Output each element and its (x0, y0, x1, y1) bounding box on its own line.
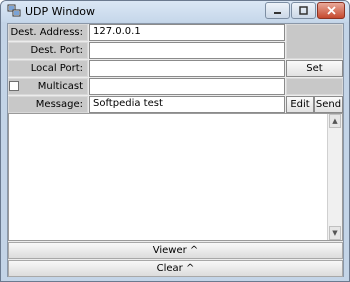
vertical-scrollbar[interactable]: ▲ ▼ (327, 114, 342, 240)
dest-port-label: Dest. Port: (8, 42, 88, 59)
window-title: UDP Window (25, 5, 96, 18)
scroll-down-icon[interactable]: ▼ (329, 226, 341, 240)
message-label: Message: (8, 96, 88, 113)
local-port-field[interactable] (89, 60, 285, 77)
empty-panel (286, 24, 343, 59)
viewer-button[interactable]: Viewer ^ (8, 242, 343, 259)
multicast-group-field[interactable] (89, 78, 285, 95)
title-bar[interactable]: UDP Window (1, 1, 349, 22)
send-button[interactable]: Send (314, 96, 343, 113)
edit-button[interactable]: Edit (286, 96, 314, 113)
close-icon (326, 6, 336, 15)
maximize-icon (299, 6, 308, 15)
set-button[interactable]: Set (286, 60, 343, 77)
dest-address-field[interactable]: 127.0.0.1 (89, 24, 285, 41)
close-button[interactable] (317, 2, 345, 19)
output-area[interactable]: ▲ ▼ (8, 113, 343, 241)
multicast-group-label: Multicast group: (8, 78, 88, 107)
minimize-button[interactable] (265, 2, 290, 19)
network-computers-icon (7, 4, 21, 17)
message-field[interactable]: Softpedia test (89, 96, 285, 113)
udp-window: UDP Window Dest. Address: 127.0.0.1 Dest… (0, 0, 350, 282)
multicast-group-checkbox[interactable] (9, 81, 19, 91)
clear-button[interactable]: Clear ^ (8, 260, 343, 277)
dest-address-label: Dest. Address: (8, 24, 88, 41)
scroll-up-icon[interactable]: ▲ (329, 114, 341, 128)
empty-panel-2 (286, 78, 343, 95)
minimize-icon (274, 12, 281, 14)
client-area: Dest. Address: 127.0.0.1 Dest. Port: Loc… (7, 23, 344, 277)
maximize-button[interactable] (291, 2, 316, 19)
local-port-label: Local Port: (8, 60, 88, 77)
dest-port-field[interactable] (89, 42, 285, 59)
